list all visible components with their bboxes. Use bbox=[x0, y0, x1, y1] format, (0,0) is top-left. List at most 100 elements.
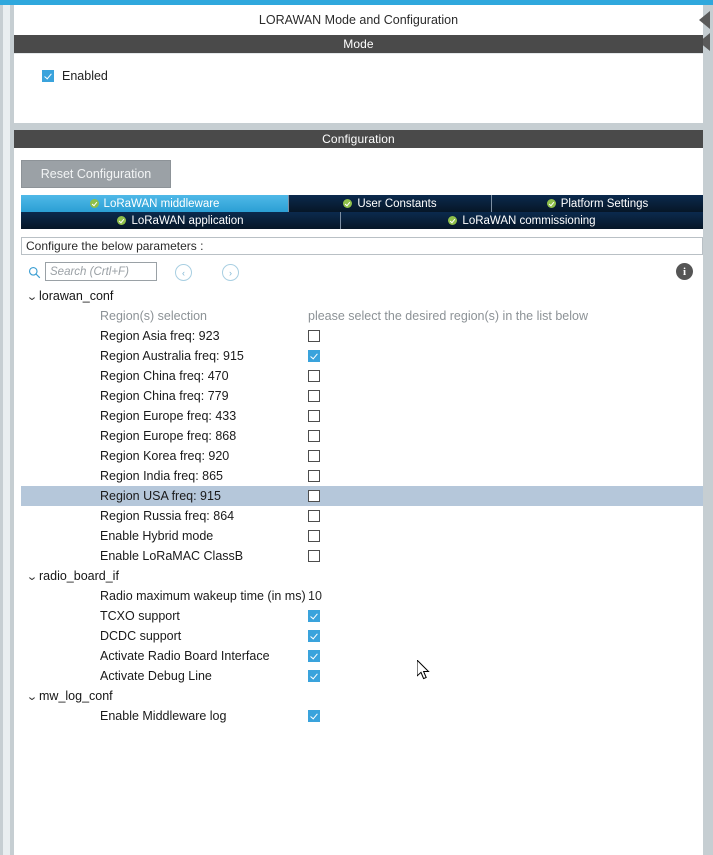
parameter-checkbox[interactable] bbox=[308, 370, 320, 382]
search-input[interactable] bbox=[45, 262, 157, 281]
parameter-value[interactable] bbox=[308, 610, 608, 622]
parameter-value[interactable]: 10 bbox=[308, 589, 608, 603]
parameter-checkbox[interactable] bbox=[308, 630, 320, 642]
parameter-checkbox[interactable] bbox=[308, 610, 320, 622]
check-circle-icon bbox=[546, 199, 556, 208]
parameter-label: Region Russia freq: 864 bbox=[100, 509, 235, 523]
tree-row[interactable]: Region China freq: 470 bbox=[21, 366, 703, 386]
tree-row[interactable]: TCXO support bbox=[21, 606, 703, 626]
tab-row-secondary: LoRaWAN application LoRaWAN commissioning bbox=[21, 212, 703, 229]
tree-group-radio_board_if[interactable]: ⌄ radio_board_if bbox=[21, 566, 703, 586]
tab-label: Platform Settings bbox=[560, 197, 649, 210]
parameter-checkbox[interactable] bbox=[308, 670, 320, 682]
tree-row[interactable]: Region Korea freq: 920 bbox=[21, 446, 703, 466]
tree-row[interactable]: Region(s) selection please select the des… bbox=[21, 306, 703, 326]
parameter-label: Radio maximum wakeup time (in ms) bbox=[100, 589, 306, 603]
search-toolbar: ‹ › i bbox=[21, 260, 703, 286]
parameter-tree: ⌄ lorawan_conf Region(s) selection please s… bbox=[21, 286, 703, 846]
parameter-value[interactable] bbox=[308, 470, 608, 482]
parameter-value[interactable] bbox=[308, 330, 608, 342]
tree-row[interactable]: Region Europe freq: 433 bbox=[21, 406, 703, 426]
reset-configuration-button[interactable]: Reset Configuration bbox=[21, 160, 171, 188]
tree-row[interactable]: Enable LoRaMAC ClassB bbox=[21, 546, 703, 566]
parameter-value[interactable] bbox=[308, 370, 608, 382]
tab-lorawan-middleware[interactable]: LoRaWAN middleware bbox=[21, 195, 289, 212]
parameter-checkbox[interactable] bbox=[308, 390, 320, 402]
tab-label: LoRaWAN application bbox=[131, 214, 244, 227]
tab-row-primary: LoRaWAN middleware User Constants Platform… bbox=[21, 195, 703, 212]
parameter-label: Region Europe freq: 868 bbox=[100, 429, 237, 443]
parameter-checkbox[interactable] bbox=[308, 450, 320, 462]
enabled-label: Enabled bbox=[62, 69, 108, 83]
parameter-checkbox[interactable] bbox=[308, 330, 320, 342]
check-circle-icon bbox=[343, 199, 353, 208]
parameter-label: Enable Hybrid mode bbox=[100, 529, 214, 543]
parameter-checkbox[interactable] bbox=[308, 430, 320, 442]
parameter-value[interactable] bbox=[308, 550, 608, 562]
parameter-value[interactable] bbox=[308, 650, 608, 662]
tree-group-label: radio_board_if bbox=[39, 569, 119, 583]
parameter-label: Region Asia freq: 923 bbox=[100, 329, 220, 343]
tree-row[interactable]: Region Europe freq: 868 bbox=[21, 426, 703, 446]
tree-group-label: lorawan_conf bbox=[39, 289, 114, 303]
chevron-right-icon[interactable] bbox=[699, 11, 710, 29]
tree-row[interactable]: Region USA freq: 915 bbox=[21, 486, 703, 506]
chevron-down-icon[interactable]: ⌄ bbox=[23, 690, 41, 703]
info-icon[interactable]: i bbox=[676, 263, 693, 280]
tree-row[interactable]: Enable Middleware log bbox=[21, 706, 703, 726]
search-next-button[interactable]: › bbox=[222, 264, 239, 281]
parameter-checkbox[interactable] bbox=[308, 510, 320, 522]
tree-row[interactable]: Region Australia freq: 915 bbox=[21, 346, 703, 366]
parameter-label: Region Korea freq: 920 bbox=[100, 449, 230, 463]
tab-platform-settings[interactable]: Platform Settings bbox=[492, 195, 703, 212]
tab-user-constants[interactable]: User Constants bbox=[289, 195, 492, 212]
configure-hint-bar: Configure the below parameters : bbox=[21, 237, 703, 255]
parameter-checkbox[interactable] bbox=[308, 490, 320, 502]
check-circle-icon bbox=[117, 216, 127, 225]
parameter-checkbox[interactable] bbox=[308, 350, 320, 362]
parameter-checkbox[interactable] bbox=[308, 530, 320, 542]
parameter-value[interactable] bbox=[308, 630, 608, 642]
parameter-value[interactable] bbox=[308, 670, 608, 682]
parameter-label: Region USA freq: 915 bbox=[100, 489, 221, 503]
tree-row[interactable]: DCDC support bbox=[21, 626, 703, 646]
tree-row[interactable]: Activate Debug Line bbox=[21, 666, 703, 686]
parameter-value[interactable]: please select the desired region(s) in t… bbox=[308, 309, 608, 323]
parameter-checkbox[interactable] bbox=[308, 710, 320, 722]
parameter-label: DCDC support bbox=[100, 629, 182, 643]
parameter-value[interactable] bbox=[308, 430, 608, 442]
enabled-checkbox[interactable] bbox=[42, 70, 54, 82]
parameter-checkbox[interactable] bbox=[308, 470, 320, 482]
search-prev-button[interactable]: ‹ bbox=[175, 264, 192, 281]
parameter-checkbox[interactable] bbox=[308, 410, 320, 422]
tree-group-lorawan_conf[interactable]: ⌄ lorawan_conf bbox=[21, 286, 703, 306]
tab-lorawan-commissioning[interactable]: LoRaWAN commissioning bbox=[341, 212, 703, 229]
tree-row[interactable]: Region India freq: 865 bbox=[21, 466, 703, 486]
parameter-value[interactable] bbox=[308, 710, 608, 722]
tree-row[interactable]: Region Asia freq: 923 bbox=[21, 326, 703, 346]
parameter-value[interactable] bbox=[308, 410, 608, 422]
tree-row[interactable]: Region Russia freq: 864 bbox=[21, 506, 703, 526]
check-circle-icon bbox=[448, 216, 458, 225]
parameter-value[interactable] bbox=[308, 450, 608, 462]
left-gutter bbox=[0, 5, 14, 855]
enabled-row[interactable]: Enabled bbox=[42, 69, 108, 83]
chevron-down-icon[interactable]: ⌄ bbox=[23, 290, 41, 303]
parameter-checkbox[interactable] bbox=[308, 650, 320, 662]
tree-row[interactable]: Activate Radio Board Interface bbox=[21, 646, 703, 666]
parameter-label: Region(s) selection bbox=[100, 309, 207, 323]
configuration-panel: Reset Configuration LoRaWAN middleware Us… bbox=[14, 148, 703, 855]
tab-lorawan-application[interactable]: LoRaWAN application bbox=[21, 212, 341, 229]
parameter-value[interactable] bbox=[308, 490, 608, 502]
parameter-value[interactable] bbox=[308, 530, 608, 542]
parameter-checkbox[interactable] bbox=[308, 550, 320, 562]
tree-group-mw_log_conf[interactable]: ⌄ mw_log_conf bbox=[21, 686, 703, 706]
parameter-value[interactable] bbox=[308, 390, 608, 402]
parameter-label: Activate Radio Board Interface bbox=[100, 649, 270, 663]
chevron-down-icon[interactable]: ⌄ bbox=[23, 570, 41, 583]
tree-row[interactable]: Radio maximum wakeup time (in ms) 10 bbox=[21, 586, 703, 606]
tree-row[interactable]: Region China freq: 779 bbox=[21, 386, 703, 406]
parameter-value[interactable] bbox=[308, 510, 608, 522]
parameter-value[interactable] bbox=[308, 350, 608, 362]
tree-row[interactable]: Enable Hybrid mode bbox=[21, 526, 703, 546]
